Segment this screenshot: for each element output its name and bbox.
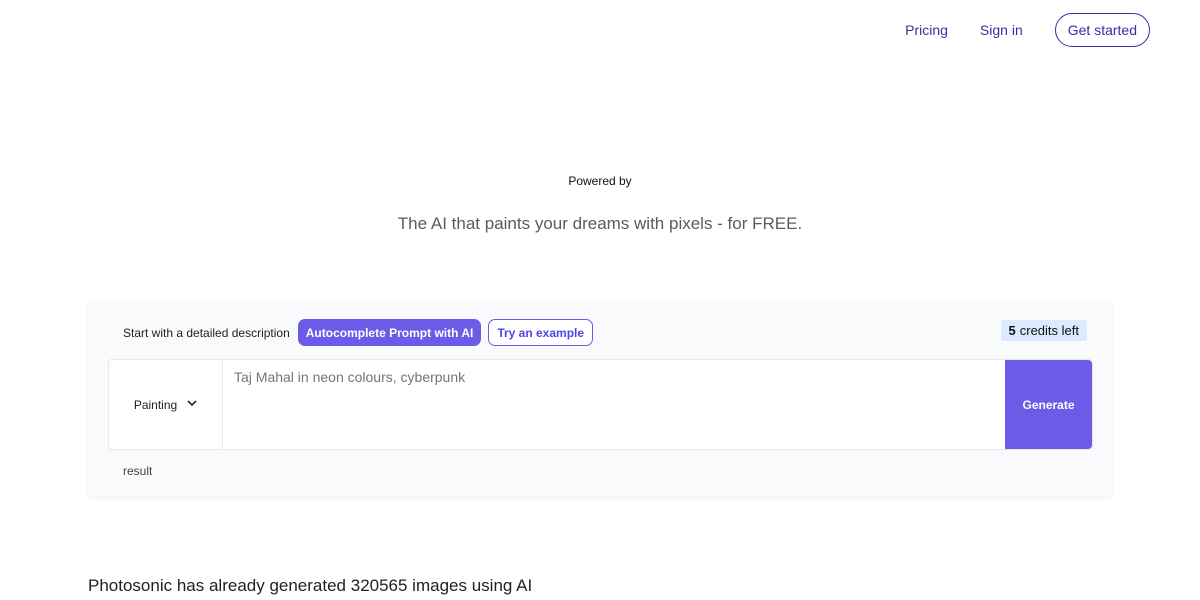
generate-button[interactable]: Generate (1005, 360, 1092, 449)
start-description-label: Start with a detailed description (123, 325, 290, 340)
credits-label: credits left (1019, 323, 1079, 338)
top-nav: Pricing Sign in Get started (905, 13, 1150, 47)
tagline: The AI that paints your dreams with pixe… (397, 214, 803, 233)
generator-card: Start with a detailed description Autoco… (88, 300, 1112, 497)
page: Pricing Sign in Get started Powered by T… (0, 0, 1200, 600)
style-dropdown[interactable]: Painting (109, 360, 223, 449)
get-started-button[interactable]: Get started (1054, 13, 1150, 47)
result-label: result (123, 464, 153, 478)
style-dropdown-value: Painting (133, 397, 178, 412)
generator-header: Start with a detailed description Autoco… (123, 319, 594, 346)
prompt-input[interactable] (223, 360, 1005, 449)
credits-badge: 5 credits left (1000, 320, 1087, 341)
try-example-button[interactable]: Try an example (488, 319, 594, 346)
powered-by-label: Powered by (568, 174, 632, 188)
chevron-down-icon (187, 399, 197, 410)
autocomplete-prompt-button[interactable]: Autocomplete Prompt with AI (297, 319, 482, 346)
sign-in-link[interactable]: Sign in (980, 22, 1023, 38)
images-generated-stat: Photosonic has already generated 320565 … (88, 576, 533, 595)
pricing-link[interactable]: Pricing (905, 22, 948, 38)
prompt-row: Painting Generate (108, 359, 1093, 450)
credits-count: 5 (1008, 323, 1016, 338)
